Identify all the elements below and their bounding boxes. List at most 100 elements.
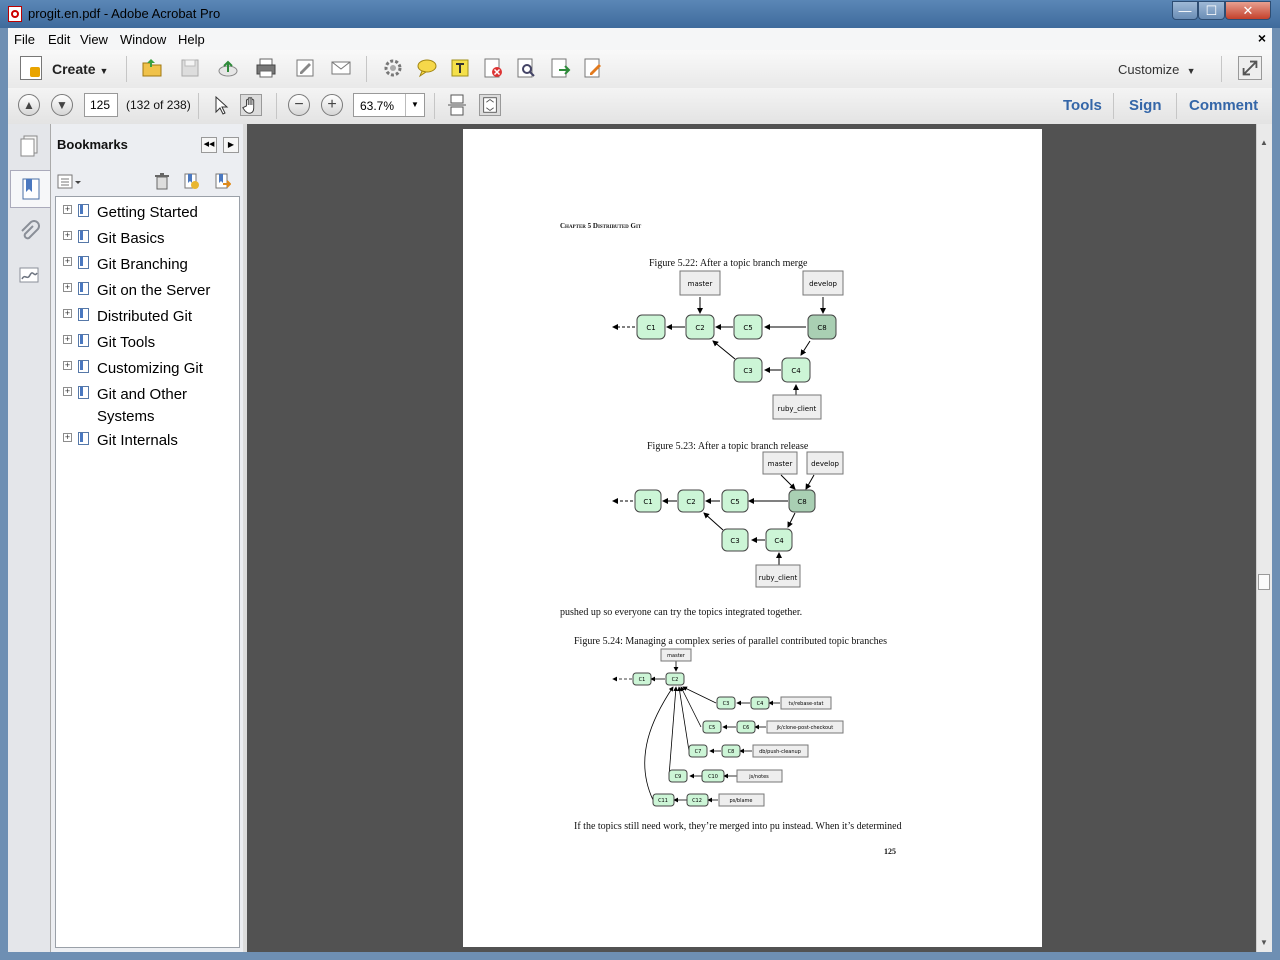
print-icon[interactable] [255,57,277,79]
bookmark-icon [78,204,89,217]
scrolling-mode-icon[interactable] [446,94,468,116]
bookmark-icon [78,308,89,321]
chevron-right-icon: ▶ [227,140,235,149]
bookmark-label: Getting Started [97,204,198,221]
window-frame-bottom [0,952,1280,960]
zoom-level-select[interactable]: 63.7% ▼ [353,93,425,117]
bookmarks-tab[interactable] [10,170,50,208]
expand-plus-icon[interactable]: + [63,283,72,292]
commit-c2: C2 [695,324,704,332]
expand-plus-icon[interactable]: + [63,309,72,318]
close-window-button[interactable]: ✕ [1225,1,1271,20]
ref-ruby-client: ruby_client [759,574,798,582]
signatures-icon[interactable] [18,264,40,288]
commit-c8: C8 [797,498,806,506]
previous-page-button[interactable]: ▲ [18,94,40,116]
commit-c7: C7 [695,749,702,755]
bookmark-label: Customizing Git [97,360,203,377]
commit-c9: C9 [675,774,682,780]
redact-document-icon[interactable] [482,57,504,79]
zoom-in-icon: + [327,96,337,113]
bookmark-icon [22,178,40,200]
comment-bubble-icon[interactable] [416,57,438,79]
commit-c2: C2 [672,677,679,683]
expand-plus-icon[interactable]: + [63,231,72,240]
sign-pane-link[interactable]: Sign [1129,97,1162,114]
bookmarks-panel-title: Bookmarks [57,137,128,152]
email-icon[interactable] [330,57,352,79]
expand-panel-button[interactable]: ▶ [223,137,239,153]
highlight-text-icon[interactable] [449,57,471,79]
menu-file[interactable]: File [14,32,35,47]
ref-ps-blame: ps/blame [729,798,752,804]
expand-plus-icon[interactable]: + [63,361,72,370]
body-text-1: pushed up so everyone can try the topics… [560,607,803,618]
expand-plus-icon[interactable]: + [63,257,72,266]
delete-bookmark-icon[interactable] [153,172,171,190]
edit-document-icon[interactable] [294,57,316,79]
next-page-button[interactable]: ▼ [51,94,73,116]
page-thumbnails-icon[interactable] [18,134,40,158]
maximize-button[interactable]: ☐ [1198,1,1225,20]
tools-pane-link[interactable]: Tools [1063,97,1102,114]
close-document-button[interactable]: × [1258,30,1266,46]
commit-c1: C1 [639,677,646,683]
vertical-scrollbar[interactable]: ▲ ▼ [1256,124,1272,952]
select-arrow-icon[interactable] [210,94,232,116]
pdf-page: Chapter 5 Distributed Git Figure 5.22: A… [463,129,1042,947]
commit-c4: C4 [757,701,764,707]
expand-current-bookmark-icon[interactable] [213,172,231,190]
save-icon[interactable] [179,57,201,79]
hand-tool-icon[interactable] [240,94,262,116]
expand-plus-icon[interactable]: + [63,433,72,442]
menu-help[interactable]: Help [178,32,205,47]
form-edit-icon[interactable] [582,57,604,79]
figure-5-23-diagram: master develop ruby_client C1 C2 C5 C8 C… [612,451,844,588]
body-text-2: If the topics still need work, they’re m… [574,821,902,832]
menu-view[interactable]: View [80,32,108,47]
bookmark-options-icon[interactable] [57,173,83,191]
commit-c3: C3 [730,537,739,545]
expand-plus-icon[interactable]: + [63,335,72,344]
expand-plus-icon[interactable]: + [63,387,72,396]
customize-menu[interactable]: Customize ▼ [1118,62,1196,77]
chevron-down-icon: ▼ [405,94,424,116]
window-frame-right [1272,28,1280,960]
zoom-in-button[interactable]: + [321,94,343,116]
upload-cloud-icon[interactable] [217,57,239,79]
commit-c8: C8 [817,324,826,332]
commit-c1: C1 [646,324,655,332]
full-screen-icon[interactable] [1238,56,1262,80]
new-bookmark-icon[interactable] [182,172,200,190]
navigation-toolbar: ▲ ▼ 125 (132 of 238) − + 63.7% ▼ Tools S… [8,88,1272,125]
ref-develop: develop [809,280,837,288]
menu-bar: File Edit View Window Help × [8,28,1272,51]
bookmark-icon [78,282,89,295]
zoom-out-button[interactable]: − [288,94,310,116]
open-folder-icon[interactable] [141,57,163,79]
export-document-icon[interactable] [549,57,571,79]
main-toolbar: Create ▼ Customize ▼ [8,50,1272,89]
settings-gear-icon[interactable] [382,57,404,79]
page-number-input[interactable]: 125 [84,93,118,117]
bookmark-label: Git Branching [97,256,188,273]
comment-pane-link[interactable]: Comment [1189,97,1258,114]
scroll-up-icon[interactable]: ▲ [1260,138,1268,147]
commit-c11: C11 [658,798,668,804]
figure-5-24-diagram: master tv/rebase-stat jk/clone-post-chec… [612,648,844,807]
inspect-document-icon[interactable] [515,57,537,79]
expand-plus-icon[interactable]: + [63,205,72,214]
page-count-label: (132 of 238) [126,98,191,112]
menu-window[interactable]: Window [120,32,166,47]
scrollbar-thumb[interactable] [1258,574,1270,590]
ref-jk-clone-post-checkout: jk/clone-post-checkout [776,725,834,731]
menu-edit[interactable]: Edit [48,32,70,47]
collapse-panel-button[interactable]: ◀◀ [201,137,217,153]
commit-c5: C5 [730,498,739,506]
minimize-button[interactable]: — [1172,1,1198,20]
attachment-paperclip-icon[interactable] [18,220,40,244]
scroll-down-icon[interactable]: ▼ [1260,938,1268,947]
fit-page-icon[interactable] [479,94,501,116]
bookmark-icon [78,432,89,445]
figure-5-22-caption: Figure 5.22: After a topic branch merge [649,258,808,269]
